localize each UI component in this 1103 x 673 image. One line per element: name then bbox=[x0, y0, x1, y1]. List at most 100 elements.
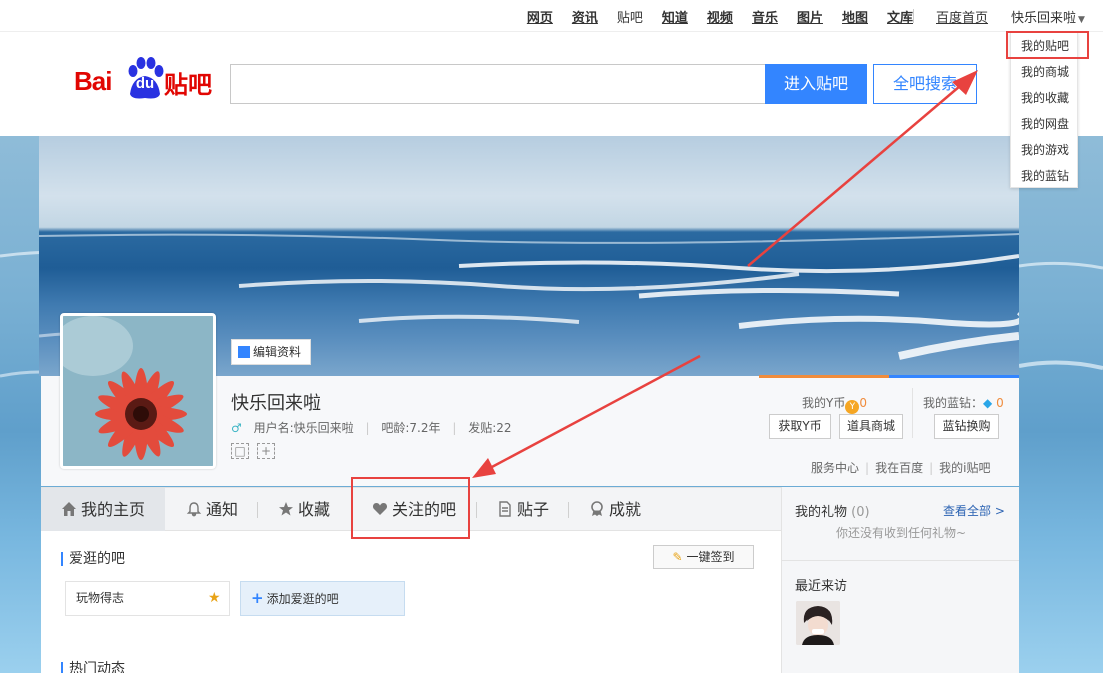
nav-link-wenku[interactable]: 文库 bbox=[887, 7, 913, 26]
link-divider: | bbox=[865, 461, 870, 475]
favorite-bar-item[interactable]: 玩物得志 ★ bbox=[65, 581, 230, 616]
profile-divider bbox=[912, 388, 913, 438]
ycoin-icon: Y bbox=[845, 400, 860, 414]
edit-profile-button[interactable]: 编辑资料 bbox=[231, 339, 311, 365]
header: Bai du 贴吧 进入贴吧 全吧搜索 bbox=[0, 32, 1103, 136]
level-star-icon: ★ bbox=[208, 590, 221, 606]
enter-tieba-button[interactable]: 进入贴吧 bbox=[765, 64, 867, 104]
menu-item-my-netdisk[interactable]: 我的网盘 bbox=[1011, 111, 1077, 137]
menu-item-my-favorites[interactable]: 我的收藏 bbox=[1011, 85, 1077, 111]
profile-display-name: 快乐回来啦 bbox=[231, 393, 321, 414]
prop-mall-button[interactable]: 道具商城 bbox=[839, 414, 903, 439]
gift-title: 我的礼物 bbox=[795, 505, 848, 520]
top-nav-links: 网页 资讯 贴吧 知道 视频 音乐 图片 地图 文库 bbox=[508, 7, 913, 26]
my-ipost-link[interactable]: 我的i贴吧 bbox=[939, 461, 990, 475]
visitor-avatar[interactable] bbox=[796, 601, 840, 645]
in-baidu-link[interactable]: 我在百度 bbox=[875, 461, 923, 475]
tab-divider bbox=[257, 502, 258, 518]
tab-followed-bars[interactable]: 关注的吧 bbox=[372, 488, 456, 531]
ycoin-info: 我的Y币 Y 0 bbox=[802, 394, 867, 414]
diamond-label: 我的蓝钻： bbox=[923, 396, 984, 410]
tab-home[interactable]: 我的主页 bbox=[41, 488, 165, 531]
ycoin-label: 我的Y币 bbox=[802, 396, 846, 410]
logo-du: du bbox=[135, 75, 155, 92]
user-menu[interactable]: 快乐回来啦 ▼ bbox=[1011, 7, 1085, 26]
tab-posts[interactable]: 贴子 bbox=[497, 488, 549, 531]
add-badge-icon[interactable]: + bbox=[257, 443, 275, 459]
search-all-button[interactable]: 全吧搜索 bbox=[873, 64, 977, 104]
checkin-label: 一键签到 bbox=[686, 550, 735, 564]
recent-visitors-title: 最近来访 bbox=[795, 579, 848, 594]
tab-followed-bars-label: 关注的吧 bbox=[392, 500, 457, 519]
sidebar-divider bbox=[782, 560, 1019, 561]
plus-icon: + bbox=[251, 589, 264, 607]
tab-divider bbox=[476, 502, 477, 518]
gift-count: (0) bbox=[851, 505, 870, 520]
caret-down-icon: ▼ bbox=[1078, 15, 1085, 25]
home-icon bbox=[62, 502, 76, 516]
badge-slot-icon[interactable]: □ bbox=[231, 443, 249, 459]
nav-link-news[interactable]: 资讯 bbox=[572, 7, 598, 26]
top-nav: 网页 资讯 贴吧 知道 视频 音乐 图片 地图 文库 百度首页 快乐回来啦 ▼ bbox=[0, 0, 1103, 32]
tab-divider bbox=[568, 502, 569, 518]
flower-avatar-image bbox=[63, 316, 213, 466]
tab-notifications[interactable]: 通知 bbox=[186, 488, 238, 531]
tab-favorites-label: 收藏 bbox=[298, 500, 331, 519]
service-links: 服务中心 | 我在百度 | 我的i贴吧 bbox=[811, 459, 990, 476]
profile-meta: ♂ 用户名:快乐回来啦 | 吧龄:7.2年 | 发贴:22 bbox=[231, 419, 512, 436]
diamond-exchange-button[interactable]: 蓝钻换购 bbox=[934, 414, 999, 439]
gift-section-title: 我的礼物 (0) bbox=[795, 501, 870, 520]
add-favorite-bar-button[interactable]: + 添加爱逛的吧 bbox=[240, 581, 405, 616]
logo-bai: Bai bbox=[74, 66, 112, 96]
view-all-gifts-link[interactable]: 查看全部 > bbox=[943, 502, 1005, 519]
tab-achievements-label: 成就 bbox=[609, 500, 642, 519]
user-name: 快乐回来啦 bbox=[1011, 11, 1077, 26]
baidu-home-link[interactable]: 百度首页 bbox=[936, 7, 988, 26]
logo-tieba: 贴吧 bbox=[164, 71, 212, 99]
gender-male-icon: ♂ bbox=[231, 421, 242, 435]
heart-icon bbox=[372, 503, 388, 515]
favorite-bar-name: 玩物得志 bbox=[76, 591, 125, 605]
menu-item-my-mall[interactable]: 我的商城 bbox=[1011, 59, 1077, 85]
document-icon bbox=[499, 501, 511, 517]
section-title-hot-activity: 热门动态 bbox=[61, 662, 125, 673]
search-input[interactable] bbox=[230, 64, 766, 104]
menu-item-my-tieba[interactable]: 我的贴吧 bbox=[1011, 33, 1077, 59]
nav-link-map[interactable]: 地图 bbox=[842, 7, 868, 26]
nav-link-zhidao[interactable]: 知道 bbox=[662, 7, 688, 26]
avatar[interactable] bbox=[60, 313, 216, 469]
nav-link-tieba[interactable]: 贴吧 bbox=[617, 7, 643, 26]
get-ycoin-button[interactable]: 获取Y币 bbox=[769, 414, 831, 439]
nav-link-web[interactable]: 网页 bbox=[527, 7, 553, 26]
bell-icon bbox=[186, 502, 202, 517]
profile-badges: □ + bbox=[231, 443, 275, 459]
tab-favorites[interactable]: 收藏 bbox=[278, 488, 330, 531]
menu-item-my-diamond[interactable]: 我的蓝钻 bbox=[1011, 163, 1077, 189]
tab-divider bbox=[351, 502, 352, 518]
diamond-info: 我的蓝钻：◆ 0 bbox=[923, 394, 1004, 411]
tieba-logo[interactable]: Bai du 贴吧 bbox=[74, 54, 214, 104]
diamond-value: 0 bbox=[996, 396, 1004, 410]
edit-icon bbox=[238, 346, 250, 358]
menu-item-my-games[interactable]: 我的游戏 bbox=[1011, 137, 1077, 163]
profile-age: 吧龄:7.2年 bbox=[381, 421, 441, 435]
nav-link-images[interactable]: 图片 bbox=[797, 7, 823, 26]
service-center-link[interactable]: 服务中心 bbox=[811, 461, 859, 475]
tab-home-label: 我的主页 bbox=[81, 500, 146, 519]
nav-link-music[interactable]: 音乐 bbox=[752, 7, 778, 26]
medal-icon bbox=[591, 501, 603, 516]
tab-achievements[interactable]: 成就 bbox=[589, 488, 641, 531]
link-divider: | bbox=[929, 461, 934, 475]
profile-tabs: 我的主页 通知 收藏 关注的吧 贴子 成就 bbox=[41, 487, 781, 531]
profile-accent-bar bbox=[759, 375, 1019, 378]
section-title-favorite-bars: 爱逛的吧 bbox=[61, 552, 125, 566]
profile-posts: 发贴:22 bbox=[468, 421, 512, 435]
diamond-icon: ◆ bbox=[983, 396, 993, 410]
one-click-checkin-button[interactable]: ✎ 一键签到 bbox=[653, 545, 754, 569]
nav-link-video[interactable]: 视频 bbox=[707, 7, 733, 26]
meta-divider: | bbox=[365, 421, 370, 435]
user-dropdown-menu: 我的贴吧 我的商城 我的收藏 我的网盘 我的游戏 我的蓝钻 bbox=[1010, 32, 1078, 188]
nav-divider bbox=[913, 9, 914, 23]
profile-username: 用户名:快乐回来啦 bbox=[253, 421, 354, 435]
tab-posts-label: 贴子 bbox=[517, 500, 550, 519]
